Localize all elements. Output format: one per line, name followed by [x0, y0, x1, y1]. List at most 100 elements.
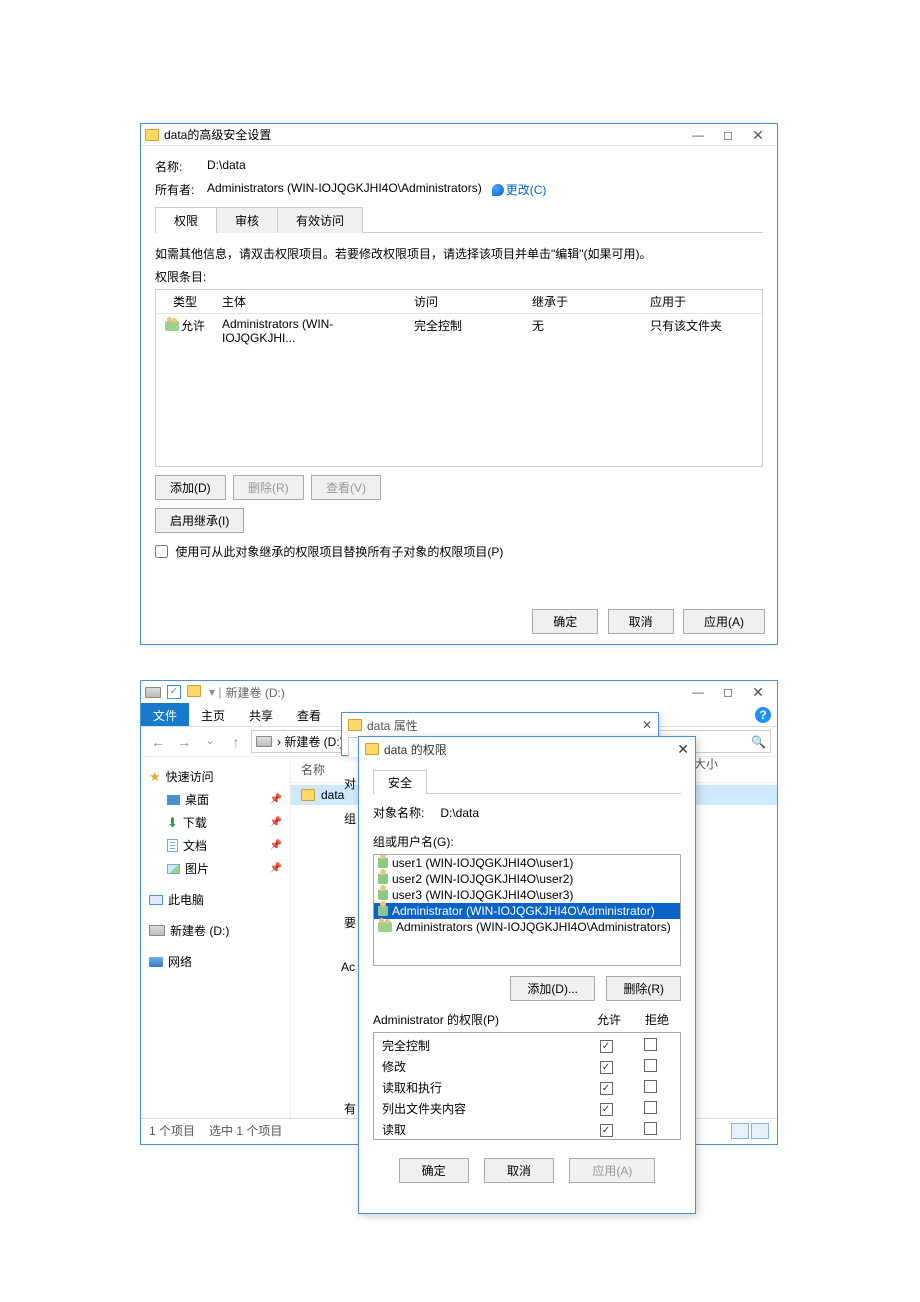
tab-file[interactable]: 文件 [141, 703, 189, 726]
nav-new-volume[interactable]: 新建卷 (D:) [147, 919, 284, 942]
deny-checkbox[interactable] [644, 1080, 657, 1093]
add-user-button[interactable]: 添加(D)... [510, 976, 595, 1001]
close-button[interactable]: ✕ [743, 682, 773, 702]
document-icon [167, 839, 178, 852]
ok-button[interactable]: 确定 [399, 1158, 469, 1183]
close-button[interactable]: ✕ [743, 125, 773, 145]
view-large-icon[interactable] [751, 1123, 769, 1139]
col-allow: 允许 [585, 1011, 633, 1028]
person-icon [378, 874, 388, 884]
nav-history[interactable]: ⌄ [199, 736, 221, 747]
col-subject[interactable]: 主体 [214, 290, 406, 313]
prop-fragment: Ac [341, 960, 355, 974]
deny-checkbox[interactable] [644, 1038, 657, 1051]
allow-checkbox[interactable]: ✓ [600, 1040, 613, 1053]
nav-quick-access[interactable]: ★快速访问 [147, 765, 284, 788]
user-item-selected[interactable]: Administrator (WIN-IOJQGKJHI4O\Administr… [374, 903, 680, 919]
user-item[interactable]: user2 (WIN-IOJQGKJHI4O\user2) [374, 871, 680, 887]
explorer-titlebar[interactable]: ✓ ▾ | 新建卷 (D:) — ◻ ✕ [141, 681, 777, 703]
maximize-button[interactable]: ◻ [713, 125, 743, 145]
ok-button[interactable]: 确定 [532, 609, 598, 634]
deny-checkbox[interactable] [644, 1122, 657, 1135]
person-icon [378, 906, 388, 916]
nav-documents[interactable]: 文档📌 [147, 834, 284, 857]
user-item[interactable]: user3 (WIN-IOJQGKJHI4O\user3) [374, 887, 680, 903]
explorer-title: 新建卷 (D:) [225, 684, 683, 701]
col-type[interactable]: 类型 [156, 290, 214, 313]
allow-checkbox[interactable]: ✓ [600, 1082, 613, 1095]
allow-checkbox[interactable]: ✓ [600, 1061, 613, 1074]
qat-properties-icon[interactable]: ✓ [167, 685, 181, 699]
cancel-button[interactable]: 取消 [484, 1158, 554, 1183]
group-users-label: 组或用户名(G): [373, 833, 681, 850]
prop-titlebar[interactable]: data 属性 ✕ [342, 713, 658, 737]
tab-share[interactable]: 共享 [237, 703, 285, 726]
download-icon: ⬇ [167, 815, 178, 831]
deny-checkbox[interactable] [644, 1101, 657, 1114]
maximize-button[interactable]: ◻ [713, 682, 743, 702]
apply-button[interactable]: 应用(A) [569, 1158, 655, 1183]
user-item[interactable]: user1 (WIN-IOJQGKJHI4O\user1) [374, 855, 680, 871]
adv-title: data的高级安全设置 [164, 126, 683, 143]
perm-titlebar[interactable]: data 的权限 ✕ [359, 737, 695, 761]
col-applies[interactable]: 应用于 [642, 290, 762, 313]
nav-downloads[interactable]: ⬇下载📌 [147, 811, 284, 834]
permissions-dialog: data 的权限 ✕ 安全 对象名称: D:\data 组或用户名(G): us… [358, 736, 696, 1214]
perm-title: data 的权限 [384, 741, 447, 758]
tab-permissions[interactable]: 权限 [155, 207, 217, 233]
nav-up[interactable]: ↑ [225, 734, 247, 750]
close-icon[interactable]: ✕ [642, 718, 652, 732]
help-icon[interactable]: ? [755, 707, 771, 723]
replace-children-checkbox[interactable] [155, 545, 168, 558]
pin-icon: 📌 [270, 817, 282, 828]
tab-effective-access[interactable]: 有效访问 [277, 207, 363, 233]
search-icon: 🔍 [751, 735, 766, 749]
name-label: 名称: [155, 158, 207, 175]
nav-network[interactable]: 网络 [147, 950, 284, 973]
owner-label: 所有者: [155, 181, 207, 198]
col-access[interactable]: 访问 [406, 290, 524, 313]
enable-inherit-button[interactable]: 启用继承(I) [155, 508, 244, 533]
advanced-security-dialog: data的高级安全设置 — ◻ ✕ 名称: D:\data 所有者: Admin… [140, 123, 778, 645]
tab-audit[interactable]: 审核 [216, 207, 278, 233]
remove-user-button[interactable]: 删除(R) [606, 976, 681, 1001]
perm-for-label: Administrator 的权限(P) [373, 1011, 585, 1028]
user-list[interactable]: user1 (WIN-IOJQGKJHI4O\user1) user2 (WIN… [373, 854, 681, 966]
prop-fragment: 组 [344, 810, 356, 827]
tab-view[interactable]: 查看 [285, 703, 333, 726]
cancel-button[interactable]: 取消 [608, 609, 674, 634]
view-button[interactable]: 查看(V) [311, 475, 381, 500]
view-details-icon[interactable] [731, 1123, 749, 1139]
adv-titlebar[interactable]: data的高级安全设置 — ◻ ✕ [141, 124, 777, 146]
nav-this-pc[interactable]: 此电脑 [147, 888, 284, 911]
remove-button[interactable]: 删除(R) [233, 475, 304, 500]
permission-table[interactable]: 类型 主体 访问 继承于 应用于 允许 Administrators (WIN-… [155, 289, 763, 467]
disk-icon [149, 925, 165, 936]
pc-icon [149, 895, 163, 905]
allow-checkbox[interactable]: ✓ [600, 1103, 613, 1116]
adv-tabs: 权限 审核 有效访问 [155, 206, 763, 233]
nav-forward[interactable]: → [173, 734, 195, 750]
change-owner-link[interactable]: 更改(C) [492, 181, 547, 198]
folder-icon [145, 129, 159, 141]
deny-checkbox[interactable] [644, 1059, 657, 1072]
add-button[interactable]: 添加(D) [155, 475, 226, 500]
permission-row[interactable]: 允许 Administrators (WIN-IOJQGKJHI... 完全控制… [156, 314, 762, 348]
nav-desktop[interactable]: 桌面📌 [147, 788, 284, 811]
allow-checkbox[interactable]: ✓ [600, 1124, 613, 1137]
nav-pictures[interactable]: 图片📌 [147, 857, 284, 880]
folder-icon [301, 789, 315, 801]
prop-fragment: 有 [344, 1100, 356, 1117]
item-count: 1 个项目 [149, 1122, 195, 1139]
permission-grid[interactable]: 完全控制✓ 修改✓ 读取和执行✓ 列出文件夹内容✓ 读取✓ [373, 1032, 681, 1140]
group-icon [378, 922, 392, 932]
tab-home[interactable]: 主页 [189, 703, 237, 726]
user-item[interactable]: Administrators (WIN-IOJQGKJHI4O\Administ… [374, 919, 680, 935]
minimize-button[interactable]: — [683, 682, 713, 702]
col-inherit[interactable]: 继承于 [524, 290, 642, 313]
close-icon[interactable]: ✕ [677, 741, 689, 758]
nav-back[interactable]: ← [147, 734, 169, 750]
minimize-button[interactable]: — [683, 125, 713, 145]
apply-button[interactable]: 应用(A) [683, 609, 765, 634]
tab-security[interactable]: 安全 [373, 770, 427, 794]
